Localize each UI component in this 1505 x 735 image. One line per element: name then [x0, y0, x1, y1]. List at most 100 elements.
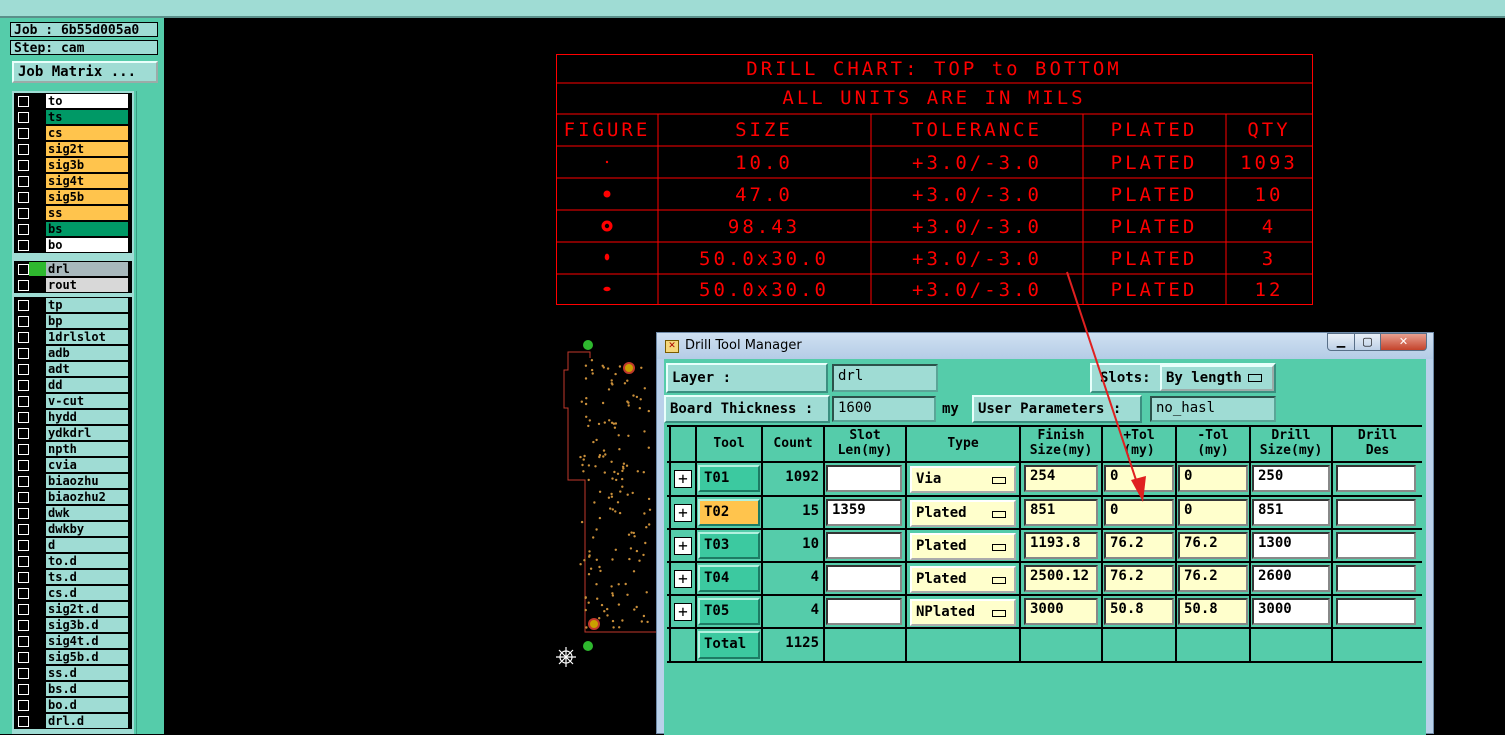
expand-row-button[interactable]: +	[674, 470, 692, 488]
expand-row-button[interactable]: +	[674, 537, 692, 555]
layer-checkbox[interactable]	[18, 571, 29, 583]
board-thickness-field[interactable]: 1600	[832, 396, 936, 422]
dialog-titlebar[interactable]: ✕ Drill Tool Manager ▁ ▢ ✕	[657, 333, 1433, 359]
slots-dropdown[interactable]: By length	[1160, 365, 1274, 391]
drill-des-field[interactable]	[1336, 499, 1416, 526]
layer-row[interactable]: npth	[14, 441, 132, 457]
plus-tolerance-field[interactable]: 76.2	[1104, 532, 1174, 559]
layer-name[interactable]: rout	[46, 278, 128, 292]
layer-row[interactable]: hydd	[14, 409, 132, 425]
layer-row[interactable]: sig3b	[14, 157, 132, 173]
layer-checkbox[interactable]	[18, 715, 29, 727]
layer-name[interactable]: sig2t	[46, 142, 128, 156]
drill-size-field[interactable]: 3000	[1252, 598, 1330, 625]
minus-tolerance-field[interactable]: 0	[1178, 499, 1248, 526]
minus-tolerance-field[interactable]: 76.2	[1178, 565, 1248, 592]
layer-name[interactable]: cs	[46, 126, 128, 140]
layer-name[interactable]: cvia	[46, 458, 128, 472]
layer-checkbox[interactable]	[18, 223, 29, 235]
drill-size-field[interactable]: 1300	[1252, 532, 1330, 559]
layer-checkbox[interactable]	[18, 263, 29, 275]
column-header-slot-len[interactable]: Slot Len(my)	[825, 427, 905, 459]
layer-row[interactable]: adb	[14, 345, 132, 361]
layer-row[interactable]: biaozhu2	[14, 489, 132, 505]
layer-name[interactable]: bo.d	[46, 698, 128, 712]
layer-row[interactable]: drl.d	[14, 713, 132, 729]
layer-name[interactable]: biaozhu	[46, 474, 128, 488]
layer-checkbox[interactable]	[18, 427, 29, 439]
plus-tolerance-field[interactable]: 76.2	[1104, 565, 1174, 592]
layer-checkbox[interactable]	[18, 411, 29, 423]
layer-checkbox[interactable]	[18, 491, 29, 503]
plus-tolerance-field[interactable]: 50.8	[1104, 598, 1174, 625]
layer-name[interactable]: drl.d	[46, 714, 128, 728]
column-header-tool[interactable]: Tool	[697, 427, 761, 459]
minus-tolerance-field[interactable]: 50.8	[1178, 598, 1248, 625]
tool-button[interactable]: T01	[698, 465, 760, 492]
layer-checkbox[interactable]	[18, 347, 29, 359]
layer-name[interactable]: ss.d	[46, 666, 128, 680]
layer-row[interactable]: sig2t	[14, 141, 132, 157]
layer-name[interactable]: sig5b.d	[46, 650, 128, 664]
layer-row[interactable]: cvia	[14, 457, 132, 473]
layer-row[interactable]: ss.d	[14, 665, 132, 681]
layer-row[interactable]: adt	[14, 361, 132, 377]
slot-length-field[interactable]	[826, 465, 902, 492]
layer-row[interactable]: tp	[14, 297, 132, 313]
plus-tolerance-field[interactable]: 0	[1104, 465, 1174, 492]
layer-checkbox[interactable]	[18, 299, 29, 311]
layer-row[interactable]: bo.d	[14, 697, 132, 713]
layer-list-scrollbar[interactable]	[136, 91, 163, 734]
drill-des-field[interactable]	[1336, 465, 1416, 492]
user-parameters-button[interactable]: User Parameters :	[972, 395, 1142, 423]
layer-row[interactable]: dwk	[14, 505, 132, 521]
layer-row[interactable]: sig5b.d	[14, 649, 132, 665]
layer-name[interactable]: ts	[46, 110, 128, 124]
layer-row[interactable]: to	[14, 93, 132, 109]
slot-length-field[interactable]	[826, 565, 902, 592]
layer-checkbox[interactable]	[18, 159, 29, 171]
plus-tolerance-field[interactable]: 0	[1104, 499, 1174, 526]
layer-name[interactable]: v-cut	[46, 394, 128, 408]
drill-des-field[interactable]	[1336, 565, 1416, 592]
layer-checkbox[interactable]	[18, 555, 29, 567]
layer-checkbox[interactable]	[18, 127, 29, 139]
layer-row[interactable]: dwkby	[14, 521, 132, 537]
layer-checkbox[interactable]	[18, 699, 29, 711]
layer-row[interactable]: bo	[14, 237, 132, 253]
layer-checkbox[interactable]	[18, 683, 29, 695]
layer-row[interactable]: bp	[14, 313, 132, 329]
tool-type-dropdown[interactable]: Via	[910, 466, 1016, 493]
layer-field[interactable]: drl	[832, 364, 938, 392]
layer-checkbox[interactable]	[18, 95, 29, 107]
layer-row[interactable]: ydkdrl	[14, 425, 132, 441]
minus-tolerance-field[interactable]: 76.2	[1178, 532, 1248, 559]
layer-row[interactable]: ss	[14, 205, 132, 221]
layer-name[interactable]: sig5b	[46, 190, 128, 204]
layer-checkbox[interactable]	[18, 279, 29, 291]
user-parameters-field[interactable]: no_hasl	[1150, 396, 1276, 422]
slot-length-field[interactable]	[826, 598, 902, 625]
layer-name[interactable]: bs.d	[46, 682, 128, 696]
slot-length-field[interactable]: 1359	[826, 499, 902, 526]
column-header-finish[interactable]: Finish Size(my)	[1021, 427, 1101, 459]
layer-checkbox[interactable]	[18, 619, 29, 631]
layer-row[interactable]: 1drlslot	[14, 329, 132, 345]
layer-row[interactable]: to.d	[14, 553, 132, 569]
layer-name[interactable]: sig3b	[46, 158, 128, 172]
layer-checkbox[interactable]	[18, 315, 29, 327]
layer-name[interactable]: to	[46, 94, 128, 108]
finish-size-field[interactable]: 2500.12	[1024, 565, 1098, 592]
tool-button[interactable]: T04	[698, 565, 760, 592]
layer-name[interactable]: sig2t.d	[46, 602, 128, 616]
layer-name[interactable]: sig4t	[46, 174, 128, 188]
tool-type-dropdown[interactable]: Plated	[910, 533, 1016, 560]
layer-name[interactable]: hydd	[46, 410, 128, 424]
layer-row[interactable]: biaozhu	[14, 473, 132, 489]
layer-checkbox[interactable]	[18, 603, 29, 615]
layer-name[interactable]: to.d	[46, 554, 128, 568]
maximize-button[interactable]: ▢	[1354, 333, 1381, 351]
layer-name[interactable]: 1drlslot	[46, 330, 128, 344]
drill-des-field[interactable]	[1336, 598, 1416, 625]
minus-tolerance-field[interactable]: 0	[1178, 465, 1248, 492]
